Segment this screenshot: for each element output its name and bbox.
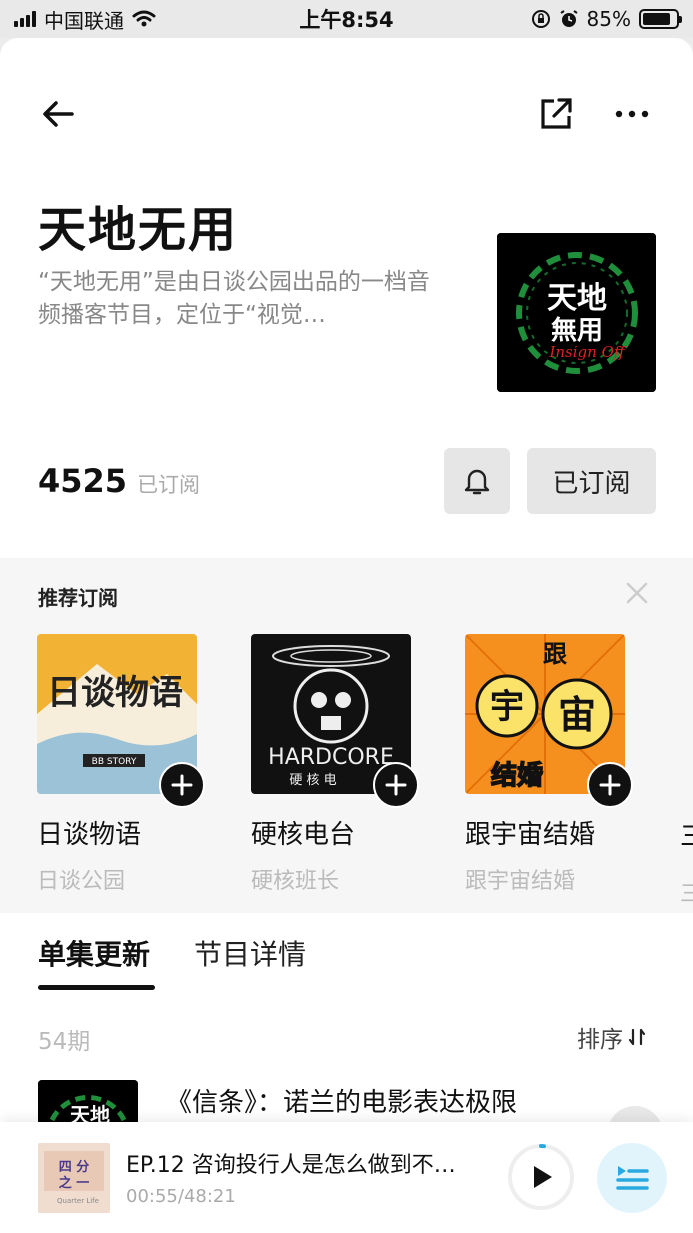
recommend-name: 硬核电台 bbox=[251, 820, 356, 850]
podcast-description[interactable]: “天地无用”是由日谈公园出品的一档音频播客节目，定位于“视觉… bbox=[38, 266, 448, 332]
svg-text:结婚: 结婚 bbox=[491, 761, 543, 791]
playlist-icon bbox=[616, 1166, 649, 1190]
share-button[interactable] bbox=[534, 92, 578, 136]
sort-label: 排序 bbox=[577, 1027, 623, 1053]
episode-title[interactable]: 《信条》：诺兰的电影表达极限 bbox=[166, 1082, 517, 1119]
recommend-item[interactable]: HARDCORE 硬 核 电 硬核电台 硬核班长 bbox=[251, 634, 431, 895]
podcast-cover: 天地 無用 Insign Off bbox=[497, 233, 656, 392]
tab-underline bbox=[38, 985, 155, 990]
carrier-label: 中国联通 bbox=[44, 8, 124, 33]
svg-text:四 分: 四 分 bbox=[59, 1159, 90, 1175]
status-time: 上午8:54 bbox=[299, 8, 394, 32]
subscriber-label: 已订阅 bbox=[137, 473, 201, 497]
subscriber-stats: 4525 已订阅 bbox=[38, 462, 200, 500]
svg-text:Insign Off: Insign Off bbox=[548, 343, 626, 361]
recommend-next-name: 三 bbox=[680, 816, 693, 853]
svg-text:HARDCORE: HARDCORE bbox=[268, 745, 394, 770]
recommend-item[interactable]: 宇 宙 跟 结婚 跟宇宙结婚 跟宇宙结婚 bbox=[465, 634, 645, 895]
svg-text:BB STORY: BB STORY bbox=[92, 757, 137, 767]
playlist-button[interactable] bbox=[597, 1143, 667, 1213]
tab-details[interactable]: 节目详情 bbox=[194, 933, 306, 973]
subscribe-button[interactable]: 已订阅 bbox=[527, 448, 656, 514]
recommend-section: 推荐订阅 日谈物语 BB STORY 日谈物语 日谈公园 HARDCORE 硬 … bbox=[0, 558, 693, 913]
signal-icon bbox=[14, 11, 36, 27]
notification-button[interactable] bbox=[444, 448, 510, 514]
recommend-close-button[interactable] bbox=[622, 578, 652, 608]
plus-icon bbox=[599, 774, 621, 796]
player-time: 00:55/48:21 bbox=[126, 1186, 236, 1207]
svg-text:無用: 無用 bbox=[551, 316, 603, 346]
bell-icon bbox=[464, 469, 490, 495]
svg-text:硬 核 电: 硬 核 电 bbox=[289, 773, 336, 788]
sort-button[interactable]: 排序 bbox=[577, 1020, 647, 1054]
recommend-next-author: 三 bbox=[680, 882, 693, 907]
back-button[interactable] bbox=[36, 92, 80, 136]
player-cover[interactable]: 四 分 之 一 Quarter Life bbox=[38, 1143, 110, 1213]
svg-text:Quarter Life: Quarter Life bbox=[57, 1197, 99, 1205]
recommend-title: 推荐订阅 bbox=[38, 586, 118, 610]
svg-text:天地: 天地 bbox=[547, 281, 607, 316]
recommend-author: 日谈公园 bbox=[37, 869, 126, 894]
more-button[interactable] bbox=[610, 92, 654, 136]
plus-icon bbox=[171, 774, 193, 796]
svg-text:宙: 宙 bbox=[558, 693, 596, 737]
svg-text:宇: 宇 bbox=[490, 687, 524, 727]
orientation-lock-icon bbox=[531, 10, 550, 28]
mini-player: 四 分 之 一 Quarter Life EP.12 咨询投行人是怎么做到不… … bbox=[0, 1122, 693, 1233]
cover-art: 天地 無用 Insign Off bbox=[497, 233, 656, 392]
subscriber-count: 4525 bbox=[38, 462, 128, 500]
alarm-icon bbox=[559, 10, 578, 27]
wifi-icon bbox=[132, 10, 156, 27]
status-bar: 中国联通 上午8:54 85% bbox=[0, 0, 693, 38]
share-icon bbox=[541, 98, 572, 129]
add-subscribe-button[interactable] bbox=[159, 762, 205, 808]
battery-icon bbox=[639, 9, 682, 29]
more-icon bbox=[615, 110, 649, 118]
recommend-name: 跟宇宙结婚 bbox=[465, 820, 596, 850]
content-tabs: 单集更新 节目详情 bbox=[0, 913, 693, 1003]
recommend-name: 日谈物语 bbox=[37, 820, 142, 850]
recommend-author: 硬核班长 bbox=[251, 869, 340, 894]
play-button[interactable] bbox=[506, 1142, 576, 1212]
plus-icon bbox=[385, 774, 407, 796]
top-nav bbox=[0, 38, 693, 188]
add-subscribe-button[interactable] bbox=[587, 762, 633, 808]
back-arrow-icon bbox=[43, 101, 74, 127]
play-icon bbox=[508, 1144, 574, 1210]
svg-text:跟: 跟 bbox=[543, 640, 567, 668]
battery-percent: 85% bbox=[586, 7, 631, 31]
close-icon bbox=[626, 582, 648, 604]
add-subscribe-button[interactable] bbox=[373, 762, 419, 808]
svg-text:之 一: 之 一 bbox=[59, 1175, 90, 1191]
podcast-sheet: 天地无用 “天地无用”是由日谈公园出品的一档音频播客节目，定位于“视觉… 天地 … bbox=[0, 38, 693, 1233]
podcast-title: 天地无用 bbox=[38, 202, 239, 258]
episode-count: 54期 bbox=[38, 1029, 91, 1055]
tab-episodes[interactable]: 单集更新 bbox=[38, 933, 150, 973]
recommend-item[interactable]: 日谈物语 BB STORY 日谈物语 日谈公园 bbox=[37, 634, 217, 895]
player-title[interactable]: EP.12 咨询投行人是怎么做到不… bbox=[126, 1147, 456, 1179]
sort-icon bbox=[628, 1028, 646, 1046]
svg-text:日谈物语: 日谈物语 bbox=[47, 673, 183, 713]
recommend-author: 跟宇宙结婚 bbox=[465, 869, 576, 894]
